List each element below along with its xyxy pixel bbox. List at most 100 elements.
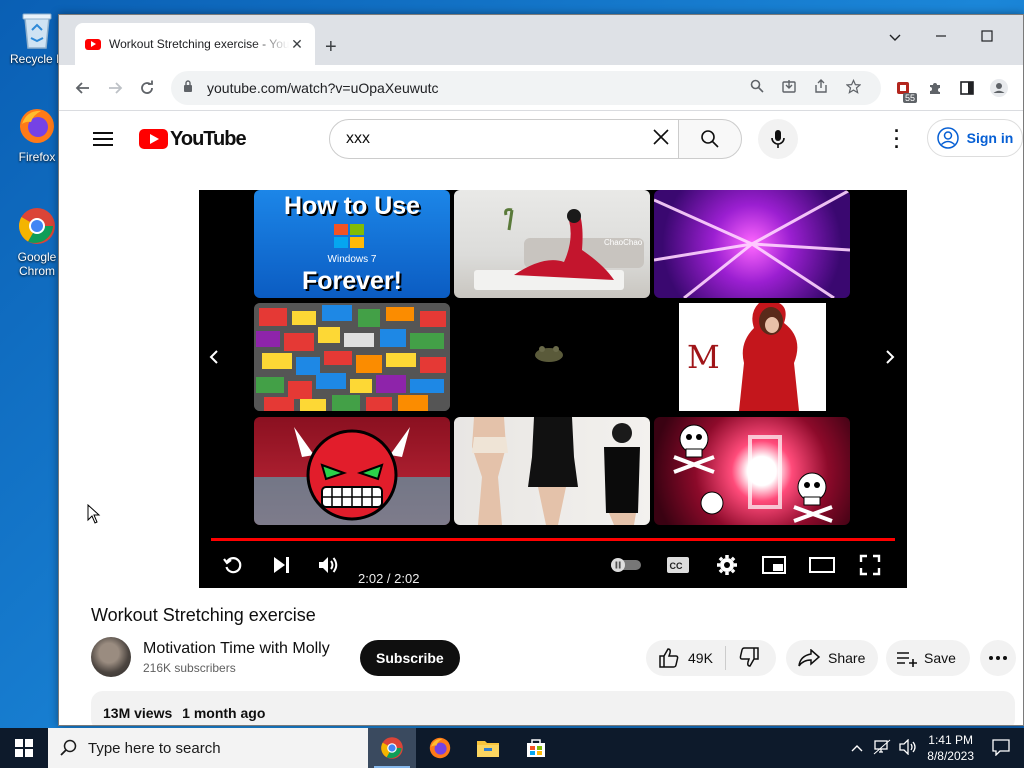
description-box[interactable]: 13M views 1 month ago bbox=[91, 691, 1015, 725]
subscribe-button[interactable]: Subscribe bbox=[360, 640, 460, 676]
endscreen-video-geometry-dash[interactable] bbox=[254, 417, 450, 525]
theater-mode-icon[interactable] bbox=[809, 551, 835, 579]
save-label: Save bbox=[924, 650, 956, 666]
profile-avatar-icon[interactable] bbox=[983, 72, 1015, 104]
endscreen-video-lego[interactable] bbox=[254, 303, 450, 411]
chrome-label-line2: Chrom bbox=[18, 264, 55, 278]
taskbar: Type here to search 1:41 PM 8/8/2023 bbox=[0, 728, 1024, 768]
extensions-puzzle-icon[interactable] bbox=[919, 72, 951, 104]
side-panel-icon[interactable] bbox=[951, 72, 983, 104]
autoplay-toggle[interactable] bbox=[609, 551, 643, 579]
next-video-icon[interactable] bbox=[269, 551, 293, 579]
endscreen-prev-arrow-icon[interactable] bbox=[209, 348, 219, 369]
chrome-taskbar-icon bbox=[381, 737, 403, 759]
miniplayer-icon[interactable] bbox=[761, 551, 787, 579]
endscreen-video-christmas[interactable]: M bbox=[679, 303, 826, 411]
share-page-icon[interactable] bbox=[805, 79, 837, 96]
taskbar-firefox[interactable] bbox=[416, 728, 464, 768]
progress-bar[interactable] bbox=[211, 538, 895, 541]
back-button[interactable] bbox=[67, 72, 99, 104]
mouse-cursor-icon bbox=[87, 503, 101, 529]
youtube-header: YouTube xxx · · · Sign in bbox=[59, 111, 1023, 167]
bookmark-star-icon[interactable] bbox=[837, 78, 869, 97]
tab-title: Workout Stretching exercise - YouTube bbox=[109, 37, 289, 51]
search-icon bbox=[701, 130, 719, 148]
volume-icon[interactable] bbox=[315, 551, 341, 579]
volume-tray-icon[interactable] bbox=[899, 737, 917, 758]
store-bag-icon bbox=[527, 739, 545, 757]
microphone-icon bbox=[771, 130, 785, 148]
tab-youtube[interactable]: Workout Stretching exercise - YouTube ✕ bbox=[75, 23, 315, 65]
subscriber-count: 216K subscribers bbox=[143, 661, 236, 675]
endscreen-video-skulls[interactable] bbox=[654, 417, 850, 525]
like-button[interactable]: 49K bbox=[646, 646, 726, 670]
endscreen-video-outfits[interactable] bbox=[454, 417, 650, 525]
recycle-bin-icon bbox=[17, 8, 57, 49]
chrome-window: Workout Stretching exercise - YouTube ✕ … bbox=[58, 14, 1024, 726]
share-button[interactable]: Share bbox=[786, 640, 878, 676]
more-actions-button[interactable] bbox=[980, 640, 1016, 676]
sign-in-button[interactable]: Sign in bbox=[927, 119, 1023, 157]
maximize-button[interactable] bbox=[981, 29, 993, 45]
like-dislike-group: 49K bbox=[646, 640, 776, 676]
voice-search-button[interactable] bbox=[758, 119, 798, 159]
save-button[interactable]: Save bbox=[886, 640, 970, 676]
address-bar[interactable]: youtube.com/watch?v=uOpaXeuwutc bbox=[171, 70, 881, 105]
endscreen-video-stretching[interactable]: ChaoChao bbox=[454, 190, 650, 298]
upload-age: 1 month ago bbox=[182, 705, 266, 721]
endscreen-video-frog[interactable] bbox=[454, 303, 650, 411]
install-app-icon[interactable] bbox=[773, 79, 805, 96]
endscreen-video-windows7[interactable]: How to Use Windows 7 Forever! bbox=[254, 190, 450, 298]
zoom-search-icon[interactable] bbox=[741, 79, 773, 96]
channel-avatar[interactable] bbox=[91, 637, 131, 677]
view-count: 13M views bbox=[103, 705, 173, 721]
network-icon[interactable] bbox=[873, 739, 891, 758]
search-input[interactable]: xxx bbox=[329, 119, 679, 159]
youtube-logo[interactable]: YouTube bbox=[139, 128, 247, 151]
dislike-button[interactable] bbox=[726, 646, 772, 670]
extension-badge-count: 55 bbox=[902, 92, 917, 103]
recycle-bin-label: Recycle B bbox=[9, 52, 65, 66]
taskbar-search-box[interactable]: Type here to search bbox=[48, 728, 368, 768]
clock-date: 8/8/2023 bbox=[927, 749, 974, 763]
tray-overflow-chevron-icon[interactable] bbox=[851, 741, 863, 755]
search-button[interactable] bbox=[678, 119, 742, 159]
reload-button[interactable] bbox=[131, 72, 163, 104]
settings-gear-icon[interactable] bbox=[714, 551, 740, 579]
channel-name[interactable]: Motivation Time with Molly bbox=[143, 640, 330, 658]
extension-badge-icon[interactable]: 55 bbox=[887, 72, 919, 104]
channel-row: Motivation Time with Molly 216K subscrib… bbox=[91, 637, 1023, 681]
new-tab-button[interactable]: + bbox=[325, 37, 337, 57]
thumbs-down-icon bbox=[739, 646, 759, 667]
share-label: Share bbox=[828, 650, 866, 666]
tab-search-chevron-icon[interactable] bbox=[889, 29, 901, 45]
folder-icon bbox=[477, 741, 499, 757]
search-input-value: xxx bbox=[346, 130, 370, 147]
taskbar-store[interactable] bbox=[512, 728, 560, 768]
taskbar-clock[interactable]: 1:41 PM 8/8/2023 bbox=[927, 732, 974, 764]
taskbar-chrome[interactable] bbox=[368, 728, 416, 768]
svg-text:M: M bbox=[687, 338, 720, 376]
fullscreen-icon[interactable] bbox=[857, 551, 883, 579]
minimize-button[interactable] bbox=[935, 29, 947, 45]
video-player[interactable]: How to Use Windows 7 Forever! ChaoChao M… bbox=[199, 190, 907, 588]
lock-icon[interactable] bbox=[183, 80, 195, 95]
forward-button[interactable] bbox=[99, 72, 131, 104]
taskbar-search-placeholder: Type here to search bbox=[88, 739, 221, 757]
clear-search-icon[interactable] bbox=[652, 126, 670, 152]
menu-hamburger-icon[interactable] bbox=[93, 128, 113, 150]
endscreen-video-tunnel[interactable] bbox=[654, 190, 850, 298]
start-button[interactable] bbox=[0, 728, 48, 768]
captions-icon[interactable]: CC bbox=[665, 551, 691, 579]
thumb-watermark: ChaoChao bbox=[604, 238, 643, 247]
firefox-taskbar-icon bbox=[429, 737, 451, 759]
settings-more-icon[interactable]: · · · bbox=[889, 122, 905, 156]
replay-icon[interactable] bbox=[221, 551, 245, 579]
tab-close-icon[interactable]: ✕ bbox=[289, 36, 305, 53]
taskbar-file-explorer[interactable] bbox=[464, 728, 512, 768]
time-display: 2:02 / 2:02 bbox=[358, 571, 420, 586]
chrome-label-line1: Google bbox=[17, 250, 57, 264]
endscreen-next-arrow-icon[interactable] bbox=[885, 348, 895, 369]
notifications-icon[interactable] bbox=[992, 738, 1010, 759]
playlist-add-icon bbox=[897, 652, 917, 667]
